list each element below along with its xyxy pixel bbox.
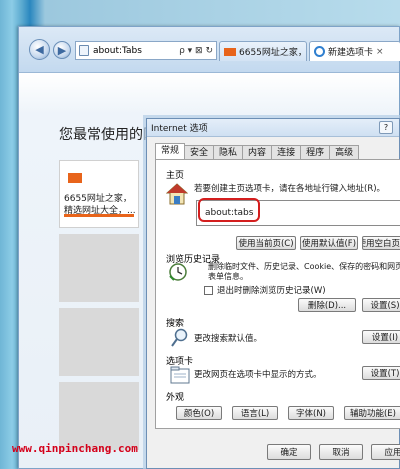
history-icon xyxy=(169,263,187,281)
help-button[interactable]: ? xyxy=(379,121,393,134)
site-logo-icon xyxy=(68,173,82,183)
address-text[interactable]: about:Tabs xyxy=(93,46,179,56)
tabs-description: 更改网页在选项卡中显示的方式。 xyxy=(194,370,322,380)
history-settings-button[interactable]: 设置(S) xyxy=(362,298,400,312)
tab-security[interactable]: 安全 xyxy=(184,145,215,159)
colors-button[interactable]: 颜色(O) xyxy=(176,406,222,420)
delete-history-button[interactable]: 删除(D)... xyxy=(298,298,356,312)
tab-new-tab[interactable]: 新建选项卡 × xyxy=(309,41,400,61)
site-tile-empty[interactable] xyxy=(59,234,139,302)
forward-button[interactable]: ▶ xyxy=(53,41,71,59)
delete-on-exit-checkbox[interactable] xyxy=(204,285,213,295)
site-tile-empty[interactable] xyxy=(59,308,139,376)
tab-close-icon[interactable]: × xyxy=(376,47,384,57)
delete-on-exit-row[interactable]: 退出时删除浏览历史记录(W) xyxy=(204,284,326,296)
general-panel: 主页 若要创建主页选项卡，请在各地址行键入地址(R)。 about:tabs 使… xyxy=(155,159,400,429)
home-section-label: 主页 xyxy=(166,171,185,181)
search-settings-button[interactable]: 设置(I) xyxy=(362,330,400,344)
dialog-title: Internet 选项 xyxy=(147,119,399,137)
tab-privacy[interactable]: 隐私 xyxy=(213,145,244,159)
tab-connections[interactable]: 连接 xyxy=(271,145,302,159)
fonts-button[interactable]: 字体(N) xyxy=(288,406,334,420)
tabs-icon xyxy=(170,366,190,384)
use-current-button[interactable]: 使用当前页(C) xyxy=(236,236,296,250)
internet-options-dialog: Internet 选项 ? 常规 安全 隐私 内容 连接 程序 高级 主页 若要… xyxy=(146,118,400,469)
tab-programs[interactable]: 程序 xyxy=(300,145,331,159)
tabs-settings-button[interactable]: 设置(T) xyxy=(362,366,400,380)
tab-label: 6655网址之家，... xyxy=(239,48,307,58)
annotation-highlight xyxy=(198,198,260,222)
watermark: www.qinpinchang.com xyxy=(12,442,138,455)
site-tile-6655[interactable]: 6655网址之家， 精选网址大全，... xyxy=(59,160,139,228)
search-description: 更改搜索默认值。 xyxy=(194,334,263,344)
site-logo-icon xyxy=(224,47,236,56)
tab-content[interactable]: 内容 xyxy=(242,145,273,159)
page-icon xyxy=(79,45,89,56)
cancel-button[interactable]: 取消 xyxy=(319,444,363,460)
tab-label: 新建选项卡 xyxy=(328,48,374,58)
address-bar[interactable]: about:Tabs ρ ▾ ⊠ ↻ xyxy=(75,41,217,60)
tab-general[interactable]: 常规 xyxy=(155,143,186,159)
browser-toolbar: ◀ ▶ about:Tabs ρ ▾ ⊠ ↻ 6655网址之家，... 新建选项… xyxy=(19,27,400,73)
back-button[interactable]: ◀ xyxy=(29,39,50,60)
home-description: 若要创建主页选项卡，请在各地址行键入地址(R)。 xyxy=(194,184,386,194)
address-controls[interactable]: ρ ▾ ⊠ ↻ xyxy=(179,46,213,56)
tab-advanced[interactable]: 高级 xyxy=(329,145,360,159)
tab-6655[interactable]: 6655网址之家，... xyxy=(219,41,307,61)
magnifier-icon xyxy=(171,328,188,347)
history-description: 删除临时文件、历史记录、Cookie、保存的密码和网页表单信息。 xyxy=(208,262,400,281)
site-tile-empty[interactable] xyxy=(59,382,139,450)
accessibility-button[interactable]: 辅助功能(E) xyxy=(344,406,400,420)
apply-button[interactable]: 应用 xyxy=(371,444,400,460)
languages-button[interactable]: 语言(L) xyxy=(232,406,278,420)
dialog-tabs: 常规 安全 隐私 内容 连接 程序 高级 xyxy=(147,143,399,159)
use-blank-button[interactable]: 使用空白页(B) xyxy=(362,236,400,250)
appearance-section-label: 外观 xyxy=(166,393,185,403)
house-icon xyxy=(166,183,188,205)
tile-usage-bar xyxy=(64,214,134,217)
ie-icon xyxy=(314,46,325,57)
use-default-button[interactable]: 使用默认值(F) xyxy=(300,236,358,250)
ok-button[interactable]: 确定 xyxy=(267,444,311,460)
delete-on-exit-label: 退出时删除浏览历史记录(W) xyxy=(217,286,326,296)
